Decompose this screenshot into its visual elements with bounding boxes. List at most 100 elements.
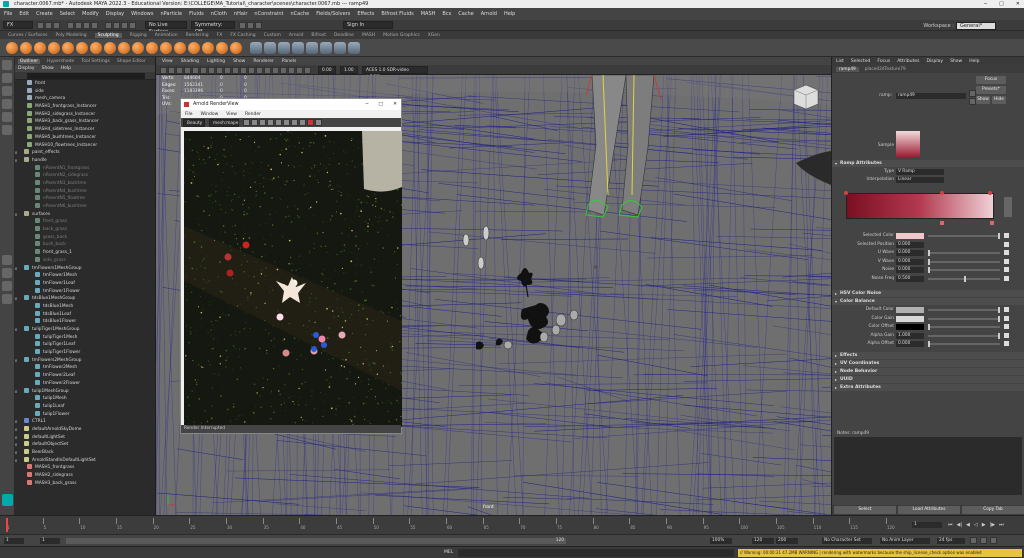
outliner-item[interactable]: tmFlower1Leaf <box>15 279 155 288</box>
color-balance-slider[interactable] <box>928 324 1000 330</box>
save-scene-icon[interactable] <box>53 21 60 29</box>
selected-color-slider[interactable] <box>928 233 1000 239</box>
shelf-tab-rendering[interactable]: Rendering <box>186 33 209 38</box>
xray-icon[interactable] <box>296 66 303 74</box>
sculpt-option-icon[interactable] <box>278 42 290 54</box>
menu-nhair[interactable]: nHair <box>234 11 247 17</box>
ramp-expand-button[interactable] <box>1004 197 1012 217</box>
section-extra-attributes[interactable]: Extra Attributes <box>832 384 1024 391</box>
sculpt-option-icon[interactable] <box>334 42 346 54</box>
sculpt-tool-icon[interactable] <box>160 42 172 54</box>
gamma-field[interactable]: 1.00 <box>340 66 358 74</box>
move-tool-icon[interactable] <box>2 99 12 109</box>
range-bar[interactable]: 120 <box>66 538 566 544</box>
shelf-tab-rigging[interactable]: Rigging <box>130 33 147 38</box>
outliner-tab-shape-editor[interactable]: Shape Editor <box>117 59 146 64</box>
ao-icon[interactable] <box>272 66 279 74</box>
menu-fluids[interactable]: Fluids <box>189 11 204 17</box>
rv-fit-icon[interactable] <box>251 119 258 126</box>
outliner-item[interactable]: MASH3_back_grass_Instancer <box>15 118 155 126</box>
outliner-tab-outliner[interactable]: Outliner <box>18 59 41 64</box>
layout-icon[interactable] <box>2 294 12 304</box>
ramp-field-value[interactable]: 0.000 <box>896 267 924 273</box>
resolution-gate-icon[interactable] <box>208 66 215 74</box>
outliner-item[interactable]: front_grass_1 <box>15 249 155 257</box>
go-start-icon[interactable]: ⏮ <box>948 522 953 528</box>
shadows-icon[interactable] <box>264 66 271 74</box>
color-balance-swatch[interactable] <box>896 307 924 313</box>
sculpt-tool-icon[interactable] <box>118 42 130 54</box>
outliner-item[interactable]: side_grass <box>15 256 155 265</box>
rv-maximize-icon[interactable]: □ <box>378 99 383 110</box>
load-attributes-button[interactable]: Load Attributes <box>898 506 960 514</box>
snap-view-icon[interactable] <box>129 21 136 29</box>
outliner-item[interactable]: nParentN3_backtree <box>15 179 155 188</box>
aa-icon[interactable] <box>280 66 287 74</box>
sculpt-tool-icon[interactable] <box>62 42 74 54</box>
color-balance-swatch[interactable] <box>896 324 924 330</box>
ramp-field-slider[interactable] <box>928 275 1000 282</box>
outliner-item[interactable]: nParentN1_frontgrass <box>15 164 155 173</box>
outliner-search-input[interactable] <box>27 73 145 79</box>
end-time-field[interactable]: 200 <box>776 538 798 544</box>
color-balance-swatch[interactable] <box>896 315 924 322</box>
outliner-item[interactable]: ⊞ ArnoldStandInDefaultLightSet <box>15 456 155 465</box>
expand-icon[interactable]: ⊞ <box>15 434 17 442</box>
rv-snapshot-icon[interactable] <box>267 119 274 126</box>
menu-modify[interactable]: Modify <box>82 11 99 17</box>
sculpt-tool-icon[interactable] <box>216 42 228 54</box>
rv-region-icon[interactable] <box>275 119 282 126</box>
select-object-icon[interactable] <box>83 21 90 29</box>
outliner-item[interactable]: tmFlower2Flower <box>15 379 155 388</box>
outliner-item[interactable]: tdsBlue1Leaf <box>15 310 155 319</box>
playback-start-field[interactable]: 1 <box>40 538 60 544</box>
interpolation-dropdown[interactable]: Linear <box>896 177 944 183</box>
viewport-menu-renderer[interactable]: Renderer <box>253 59 274 64</box>
select-tool-icon[interactable] <box>2 60 12 70</box>
image-plane-icon[interactable] <box>184 66 191 74</box>
select-component-icon[interactable] <box>91 21 98 29</box>
sculpt-tool-icon[interactable] <box>104 42 116 54</box>
viewport-menu-panels[interactable]: Panels <box>282 59 296 64</box>
character-set-dropdown[interactable]: No Character Set <box>822 538 872 544</box>
outliner-item[interactable]: ⊞ tulipTiger1MeshGroup <box>15 326 155 334</box>
rv-menu-file[interactable]: File <box>185 112 193 117</box>
outliner-item[interactable]: ⊞ defaultObjectSet <box>15 441 155 449</box>
outliner-item[interactable]: ⊞ tmFlowers1MeshGroup <box>15 264 155 273</box>
section-uuid[interactable]: UUID <box>832 376 1024 383</box>
map-button-icon[interactable] <box>1004 267 1009 272</box>
section-hsv-color-noise[interactable]: HSV Color Noise <box>832 290 1024 297</box>
rv-menu-view[interactable]: View <box>226 112 237 117</box>
outliner-item[interactable]: ⊞ tmFlowers2MeshGroup <box>15 356 155 365</box>
sound-icon[interactable] <box>990 537 997 544</box>
sculpt-tool-icon[interactable] <box>174 42 186 54</box>
mode-dropdown[interactable]: FX <box>3 21 33 29</box>
expand-icon[interactable]: ⊞ <box>15 357 17 365</box>
outliner-item[interactable]: MASH1_frontgrass_Instancer <box>15 103 155 111</box>
menu-fields-solvers[interactable]: Fields/Solvers <box>316 11 350 17</box>
playback-end-field[interactable]: 120 <box>752 538 774 544</box>
outliner-item[interactable]: MASH2_sidegrass <box>15 472 155 480</box>
anim-layer-dropdown[interactable]: No Anim Layer <box>880 538 930 544</box>
isolate-icon[interactable] <box>288 66 295 74</box>
outliner-item[interactable]: bush_back <box>15 241 155 249</box>
paint-select-icon[interactable] <box>2 86 12 96</box>
outliner-item[interactable]: tulip1Mesh <box>15 395 155 403</box>
ramp-field-slider[interactable] <box>928 267 1000 273</box>
menu-bifrost-fluids[interactable]: Bifrost Fluids <box>381 11 413 17</box>
ae-menu-list[interactable]: List <box>836 59 844 64</box>
ramp-field-slider[interactable] <box>928 250 1000 256</box>
node-tab-placed2dtexture79[interactable]: placed2dTexture79 <box>865 67 906 72</box>
outliner-item[interactable]: side <box>15 87 155 96</box>
shelf-tab-fx-caching[interactable]: FX Caching <box>230 33 255 38</box>
minimize-icon[interactable]: ─ <box>984 0 987 8</box>
outliner-item[interactable]: ⊞ tulip1MeshGroup <box>15 387 155 396</box>
outliner-item[interactable]: nParentN2_sidegrass <box>15 172 155 180</box>
symmetry-dropdown[interactable]: Symmetry: Off <box>191 21 235 35</box>
aov-dropdown[interactable]: Beauty <box>183 118 205 127</box>
shelf-tab-mash[interactable]: MASH <box>362 33 375 38</box>
ramp-field-value[interactable]: 0.000 <box>896 241 924 248</box>
outliner-item[interactable]: tmFlower1Flower <box>15 287 155 296</box>
play-forward-icon[interactable]: ▶ <box>982 522 986 528</box>
ramp-name-field[interactable]: ramp49 <box>896 93 966 99</box>
